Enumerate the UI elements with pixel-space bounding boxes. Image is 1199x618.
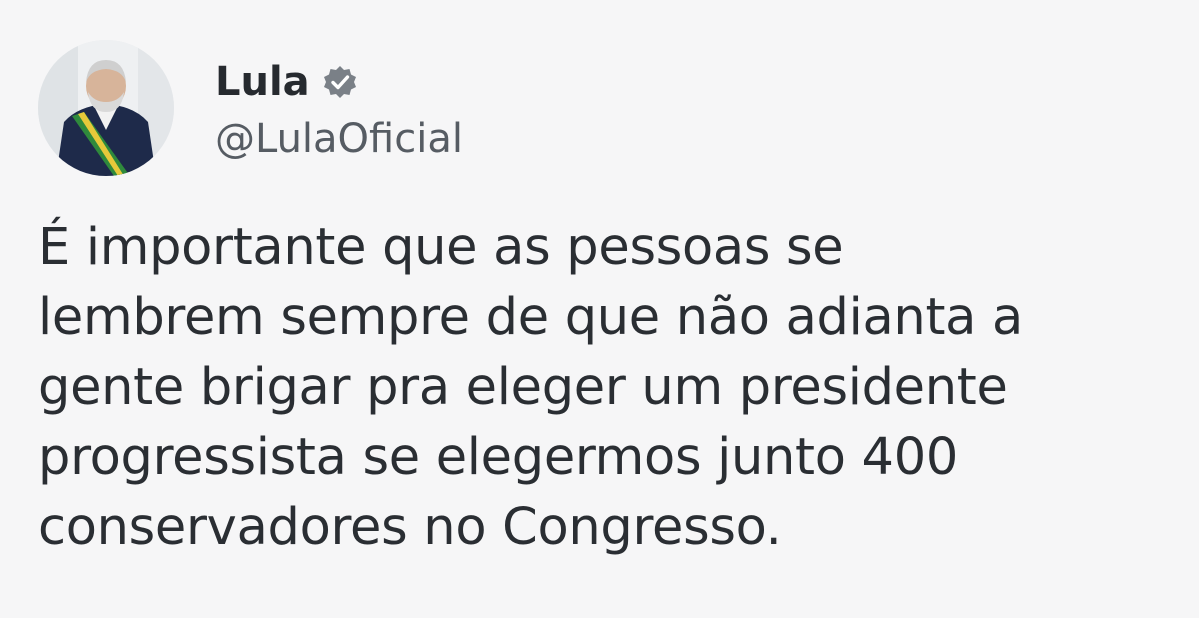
avatar[interactable] [38,40,174,176]
display-name[interactable]: Lula [215,59,310,105]
tweet-card: Lula @LulaOficial É importante que as pe… [0,0,1199,618]
author-info: Lula @LulaOficial [215,54,463,162]
author-handle[interactable]: @LulaOficial [215,116,463,162]
verified-badge-icon [322,64,358,100]
avatar-image [38,40,174,176]
tweet-text: É importante que as pessoas se lembrem s… [38,218,1023,557]
tweet-header: Lula @LulaOficial [38,38,463,178]
name-row: Lula [215,54,463,110]
